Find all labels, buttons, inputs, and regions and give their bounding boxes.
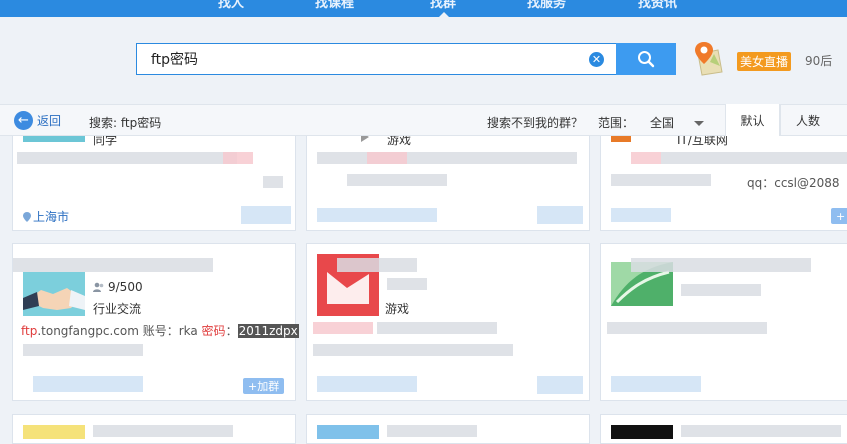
group-card[interactable]: 同学 上海市 — [12, 125, 296, 231]
group-card[interactable]: IT/互联网 qq：ccsl@2088 + — [600, 125, 847, 231]
members-icon — [93, 282, 104, 292]
back-label: 返回 — [37, 114, 62, 128]
blurred-title — [681, 425, 841, 437]
tab-find-groups[interactable]: 找群 — [430, 0, 456, 11]
group-category: 行业交流 — [93, 302, 142, 316]
blurred-text — [377, 322, 497, 334]
group-avatar — [317, 425, 379, 439]
blurred-text — [313, 344, 513, 356]
group-category: 游戏 — [385, 302, 410, 316]
group-card[interactable] — [600, 243, 847, 401]
desc-colon: ： — [225, 324, 238, 338]
sort-members-label: 人数 — [795, 113, 820, 128]
location-text: 上海市 — [33, 210, 70, 224]
group-card[interactable]: 游戏 — [306, 125, 590, 231]
blurred-text — [317, 376, 417, 392]
blurred-title — [631, 258, 811, 272]
blurred-text — [611, 376, 701, 392]
blurred-text — [661, 152, 847, 164]
group-description: qq：ccsl@2088 — [747, 176, 840, 190]
blurred-button — [537, 376, 583, 394]
desc-password-value: 2011zdpx — [237, 324, 299, 338]
group-card[interactable]: 游戏 — [306, 243, 590, 401]
blurred-text — [23, 344, 143, 356]
group-location: 上海市 — [23, 208, 69, 225]
group-card[interactable]: 9/500 行业交流 ftp.tongfangpc.com 账号：rka 密码：… — [12, 243, 299, 401]
blurred-title — [93, 425, 233, 437]
blurred-text — [607, 322, 767, 334]
clear-icon[interactable]: ✕ — [589, 52, 604, 67]
search-input[interactable]: ftp密码 ✕ — [136, 43, 616, 75]
search-button[interactable] — [616, 43, 676, 75]
live-badge[interactable]: 美女直播 — [737, 52, 792, 71]
blurred-text — [313, 322, 373, 334]
group-avatar — [611, 425, 673, 439]
blurred-text — [681, 284, 761, 296]
blurred-title — [387, 425, 477, 437]
tab-find-courses[interactable]: 找课程 — [315, 0, 354, 11]
cant-find-group-link[interactable]: 搜索不到我的群？ — [487, 114, 583, 131]
blurred-text — [347, 174, 447, 186]
location-pin-icon — [23, 211, 31, 222]
blurred-text — [387, 278, 427, 290]
group-card[interactable] — [12, 414, 296, 444]
results-toolbar: ← 返回 搜索: ftp密码 搜索不到我的群？ 范围： 全国 默认 人数 — [0, 104, 847, 136]
join-label: + — [836, 209, 846, 223]
blurred-text — [317, 208, 437, 222]
sort-default-label: 默认 — [740, 113, 765, 128]
back-arrow-icon: ← — [14, 111, 33, 130]
blurred-text — [631, 152, 661, 164]
blurred-title — [13, 258, 213, 272]
desc-ftp: ftp — [21, 324, 38, 338]
join-group-button[interactable]: +加群 — [243, 378, 285, 394]
search-bar: ftp密码 ✕ — [136, 43, 676, 77]
top-nav: 找人 找课程 找群 找服务 找资讯 — [0, 0, 847, 17]
active-tab-marker — [438, 12, 450, 17]
group-card[interactable] — [600, 414, 847, 444]
search-icon — [638, 51, 655, 68]
search-query: ftp密码 — [151, 52, 199, 68]
desc-domain: .tongfangpc.com 账号：rka — [37, 324, 202, 338]
map-pin-icon[interactable] — [692, 40, 724, 76]
search-summary: 搜索: ftp密码 — [89, 116, 162, 130]
sort-tab-members[interactable]: 人数 — [780, 104, 835, 136]
blurred-text — [317, 152, 577, 164]
back-button[interactable]: ← 返回 — [14, 111, 61, 130]
sort-tab-default[interactable]: 默认 — [725, 104, 780, 136]
group-card[interactable] — [306, 414, 590, 444]
group-description: ftp.tongfangpc.com 账号：rka 密码：2011zdpx — [21, 322, 299, 339]
tab-find-people[interactable]: 找人 — [218, 0, 244, 11]
blurred-button — [537, 206, 583, 224]
blurred-text — [611, 208, 671, 222]
range-select[interactable]: 全国 — [650, 114, 674, 131]
blurred-text — [223, 152, 253, 164]
group-avatar — [23, 425, 85, 439]
group-avatar — [23, 272, 85, 316]
range-label: 范围： — [598, 116, 635, 130]
blurred-text — [33, 376, 143, 392]
blurred-text — [611, 174, 711, 186]
blurred-button — [241, 206, 291, 224]
chevron-down-icon[interactable] — [694, 121, 704, 126]
desc-password-label: 密码 — [201, 324, 226, 338]
blurred-title — [337, 258, 417, 272]
blurred-text — [367, 152, 407, 164]
tab-find-news[interactable]: 找资讯 — [638, 0, 677, 11]
tab-find-services[interactable]: 找服务 — [527, 0, 566, 11]
join-label: +加群 — [248, 380, 280, 393]
blurred-text — [17, 152, 237, 164]
tag-90s[interactable]: 90后 — [805, 52, 832, 69]
handshake-icon — [23, 272, 85, 316]
join-group-button[interactable]: + — [831, 208, 847, 224]
blurred-text — [263, 176, 283, 188]
member-count-text: 9/500 — [108, 280, 143, 294]
member-count: 9/500 — [93, 280, 143, 294]
